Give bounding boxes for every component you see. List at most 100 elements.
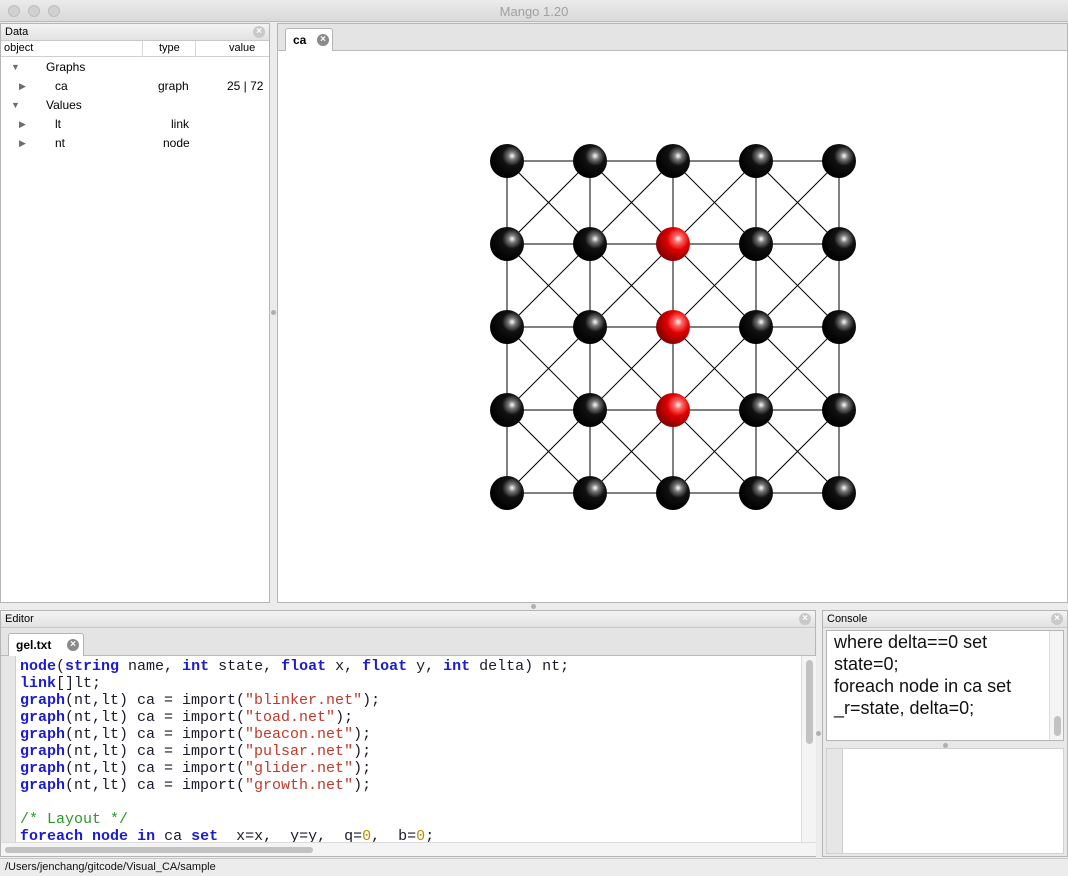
console-line: where delta==0 set [834,632,988,652]
code-line: node(string name, int state, float x, fl… [20,658,570,675]
disclosure-open-icon[interactable]: ▼ [11,100,20,110]
editor-title: Editor [5,613,34,625]
graph-tab-bar: ca × [278,24,1067,51]
graph-node[interactable] [822,144,856,178]
tree-item-ca[interactable]: ▶ ca graph 25 | 72 [1,77,269,96]
data-panel-title: Data [5,26,29,38]
console-close-icon[interactable]: × [1051,613,1063,625]
editor-vertical-scrollbar[interactable] [801,656,816,842]
window-title: Mango 1.20 [499,4,569,19]
graph-node[interactable] [656,476,690,510]
tab-ca[interactable]: ca × [285,28,333,51]
graph-node[interactable] [656,144,690,178]
tab-close-icon[interactable]: × [317,34,329,46]
graph-node-active[interactable] [656,227,690,261]
graph-node[interactable] [822,476,856,510]
tab-label: gel.txt [16,638,52,652]
graph-canvas[interactable] [278,51,1067,602]
data-panel-close-icon[interactable]: × [253,26,265,38]
graph-node-active[interactable] [656,393,690,427]
graph-node[interactable] [739,310,773,344]
line-gutter [1,656,16,842]
scroll-thumb[interactable] [1054,716,1061,736]
graph-node[interactable] [739,227,773,261]
graph-node[interactable] [739,476,773,510]
horizontal-splitter-handle[interactable] [531,604,536,609]
tree-group-label: Values [46,98,82,112]
data-panel: Data × object type value ▼ Graphs ▶ ca g… [0,23,270,603]
tree-item-name: ca [55,79,68,93]
tree-group-values[interactable]: ▼ Values [1,96,269,115]
graph-node[interactable] [822,227,856,261]
data-table-header: object type value [1,41,269,57]
column-header-value[interactable]: value [229,42,255,54]
vertical-splitter-handle[interactable] [271,310,276,315]
tree-item-lt[interactable]: ▶ lt link [1,115,269,134]
status-path: /Users/jenchang/gitcode/Visual_CA/sample [5,861,216,873]
graph-node[interactable] [490,144,524,178]
tree-group-label: Graphs [46,60,86,74]
graph-node[interactable] [573,476,607,510]
disclosure-closed-icon[interactable]: ▶ [19,81,26,92]
console-line: _r=state, delta=0; [834,698,975,718]
tab-gel-txt[interactable]: gel.txt × [8,633,84,656]
graph-node[interactable] [490,310,524,344]
editor-header: Editor × [1,611,815,628]
editor-close-icon[interactable]: × [799,613,811,625]
graph-node[interactable] [822,310,856,344]
tab-close-icon[interactable]: × [67,639,79,651]
scroll-thumb[interactable] [806,660,813,744]
disclosure-closed-icon[interactable]: ▶ [19,119,26,130]
column-header-type[interactable]: type [159,42,180,54]
graph-node[interactable] [739,393,773,427]
data-panel-header: Data × [1,24,269,41]
status-bar: /Users/jenchang/gitcode/Visual_CA/sample [0,858,1068,876]
console-line: state=0; [834,654,899,674]
graph-node[interactable] [822,393,856,427]
graph-node-active[interactable] [656,310,690,344]
column-divider[interactable] [195,41,196,57]
editor-tab-bar: gel.txt × [1,629,815,656]
code-line: graph(nt,lt) ca = import("growth.net"); [20,777,372,794]
editor-panel: Editor × gel.txt × node(string name, int… [0,610,816,857]
graph-node[interactable] [573,227,607,261]
tree-group-graphs[interactable]: ▼ Graphs [1,58,269,77]
console-output-text: where delta==0 set state=0; foreach node… [834,631,1011,719]
graph-node[interactable] [490,476,524,510]
app-window: Mango 1.20 Data × object type value ▼ Gr… [0,0,1068,876]
code-line: graph(nt,lt) ca = import("beacon.net"); [20,726,372,743]
code-line: graph(nt,lt) ca = import("pulsar.net"); [20,743,372,760]
column-divider[interactable] [142,41,143,57]
console-header: Console × [823,611,1067,628]
code-line: /* Layout */ [20,811,129,828]
console-line: foreach node in ca set [834,676,1012,696]
tree-item-nt[interactable]: ▶ nt node [1,134,269,153]
graph-node[interactable] [490,227,524,261]
tree-item-value: 25 | 72 [227,79,264,93]
graph-node[interactable] [490,393,524,427]
graph-node[interactable] [573,393,607,427]
console-title: Console [827,613,868,625]
console-output: where delta==0 set state=0; foreach node… [826,630,1064,741]
code-line: link[]lt; [20,675,102,692]
console-input[interactable] [826,748,1064,854]
tree-item-type: link [171,117,190,131]
console-panel: Console × where delta==0 set state=0; fo… [822,610,1068,857]
code-editor[interactable]: node(string name, int state, float x, fl… [1,656,801,842]
disclosure-open-icon[interactable]: ▼ [11,62,20,72]
code-text[interactable]: node(string name, int state, float x, fl… [20,658,569,842]
scroll-thumb[interactable] [5,847,313,853]
code-line: graph(nt,lt) ca = import("glider.net"); [20,760,372,777]
column-header-object[interactable]: object [4,42,33,54]
disclosure-closed-icon[interactable]: ▶ [19,138,26,149]
console-scrollbar[interactable] [1049,631,1063,740]
title-bar: Mango 1.20 [0,0,1068,22]
code-line: graph(nt,lt) ca = import("blinker.net"); [20,692,381,709]
graph-node[interactable] [573,144,607,178]
graph-node[interactable] [573,310,607,344]
editor-horizontal-scrollbar[interactable] [1,842,816,856]
graph-node[interactable] [739,144,773,178]
tree-item-name: lt [55,117,61,131]
code-line: foreach node in ca set x=x, y=y, q=0, b=… [20,828,435,842]
vertical-splitter-handle[interactable] [816,731,821,736]
